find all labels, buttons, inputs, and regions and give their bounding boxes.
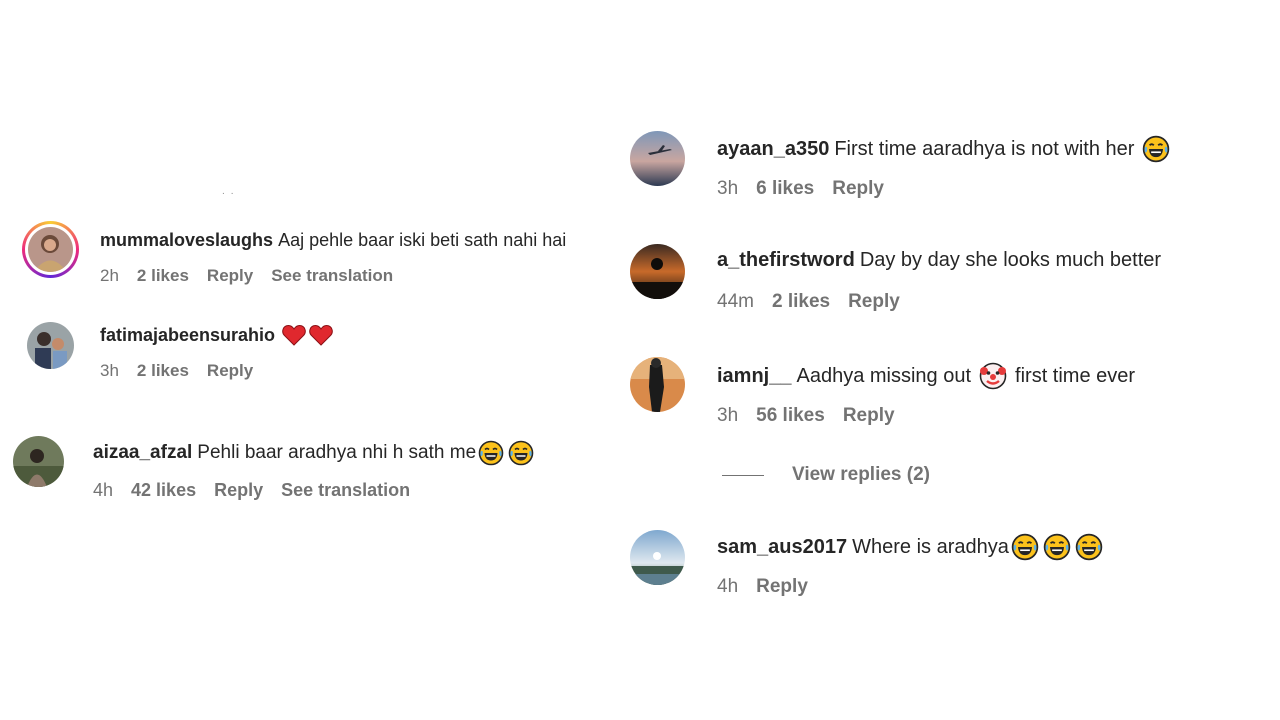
comment-username[interactable]: iamnj__ <box>717 365 791 388</box>
see-translation-button[interactable]: See translation <box>281 480 410 501</box>
view-replies-button[interactable]: View replies (2) <box>722 464 930 486</box>
comment-username[interactable]: mummaloveslaughs <box>100 230 273 251</box>
avatar[interactable] <box>13 436 64 487</box>
comment-username[interactable]: fatimajabeensurahio <box>100 325 275 346</box>
tears-of-joy-emoji-icon <box>1075 533 1103 561</box>
tears-of-joy-emoji-icon <box>1011 533 1039 561</box>
tears-of-joy-emoji-icon <box>1043 533 1071 561</box>
comment-username[interactable]: sam_aus2017 <box>717 536 847 559</box>
comment-time[interactable]: 2h <box>100 266 119 286</box>
avatar[interactable] <box>28 227 73 272</box>
comment-time[interactable]: 3h <box>717 405 738 427</box>
comment-username[interactable]: a_thefirstword <box>717 249 855 272</box>
view-replies-label[interactable]: View replies (2) <box>792 464 930 486</box>
comments-screen: .. mummaloveslaughs Aaj pehle baar iski … <box>0 0 1280 720</box>
comment-likes[interactable]: 2 likes <box>137 266 189 286</box>
comment-text-continued: first time ever <box>1015 364 1136 387</box>
comment-text: First time aaradhya is not with her <box>834 137 1135 160</box>
avatar[interactable] <box>27 322 74 369</box>
reply-button[interactable]: Reply <box>832 178 884 200</box>
tears-of-joy-emoji-icon <box>1142 135 1170 163</box>
comment-text: Where is aradhya <box>852 535 1009 558</box>
comment-time[interactable]: 3h <box>100 361 119 381</box>
comment-text: Pehli baar aradhya nhi h sath me <box>197 442 477 463</box>
reply-button[interactable]: Reply <box>207 361 253 381</box>
story-ring[interactable] <box>22 221 79 278</box>
red-heart-icon <box>309 324 333 346</box>
truncated-comment-marker: .. <box>222 186 240 197</box>
avatar[interactable] <box>630 530 685 585</box>
reply-button[interactable]: Reply <box>214 480 263 501</box>
comment-username[interactable]: ayaan_a350 <box>717 138 829 161</box>
reply-button[interactable]: Reply <box>843 405 895 427</box>
comment-likes[interactable]: 2 likes <box>772 291 830 313</box>
comment-text: Aadhya missing out <box>796 364 972 387</box>
comment-likes[interactable]: 2 likes <box>137 361 189 381</box>
red-heart-icon <box>282 324 306 346</box>
replies-divider <box>722 474 764 476</box>
avatar[interactable] <box>630 244 685 299</box>
see-translation-button[interactable]: See translation <box>271 266 393 286</box>
reply-button[interactable]: Reply <box>848 291 900 313</box>
reply-button[interactable]: Reply <box>756 576 808 598</box>
comment-time[interactable]: 44m <box>717 291 754 313</box>
tears-of-joy-emoji-icon <box>508 440 534 466</box>
avatar[interactable] <box>630 357 685 412</box>
comment-time[interactable]: 3h <box>717 178 738 200</box>
clown-face-emoji-icon <box>979 362 1007 390</box>
comment-likes[interactable]: 56 likes <box>756 405 825 427</box>
comment-time[interactable]: 4h <box>93 480 113 501</box>
comment-likes[interactable]: 6 likes <box>756 178 814 200</box>
tears-of-joy-emoji-icon <box>478 440 504 466</box>
avatar[interactable] <box>630 131 685 186</box>
comment-username[interactable]: aizaa_afzal <box>93 442 192 464</box>
comment-text: Aaj pehle baar iski beti sath nahi hai <box>278 230 567 250</box>
comment-time[interactable]: 4h <box>717 576 738 598</box>
comment-likes[interactable]: 42 likes <box>131 480 196 501</box>
comment-text: Day by day she looks much better <box>859 249 1162 271</box>
reply-button[interactable]: Reply <box>207 266 253 286</box>
